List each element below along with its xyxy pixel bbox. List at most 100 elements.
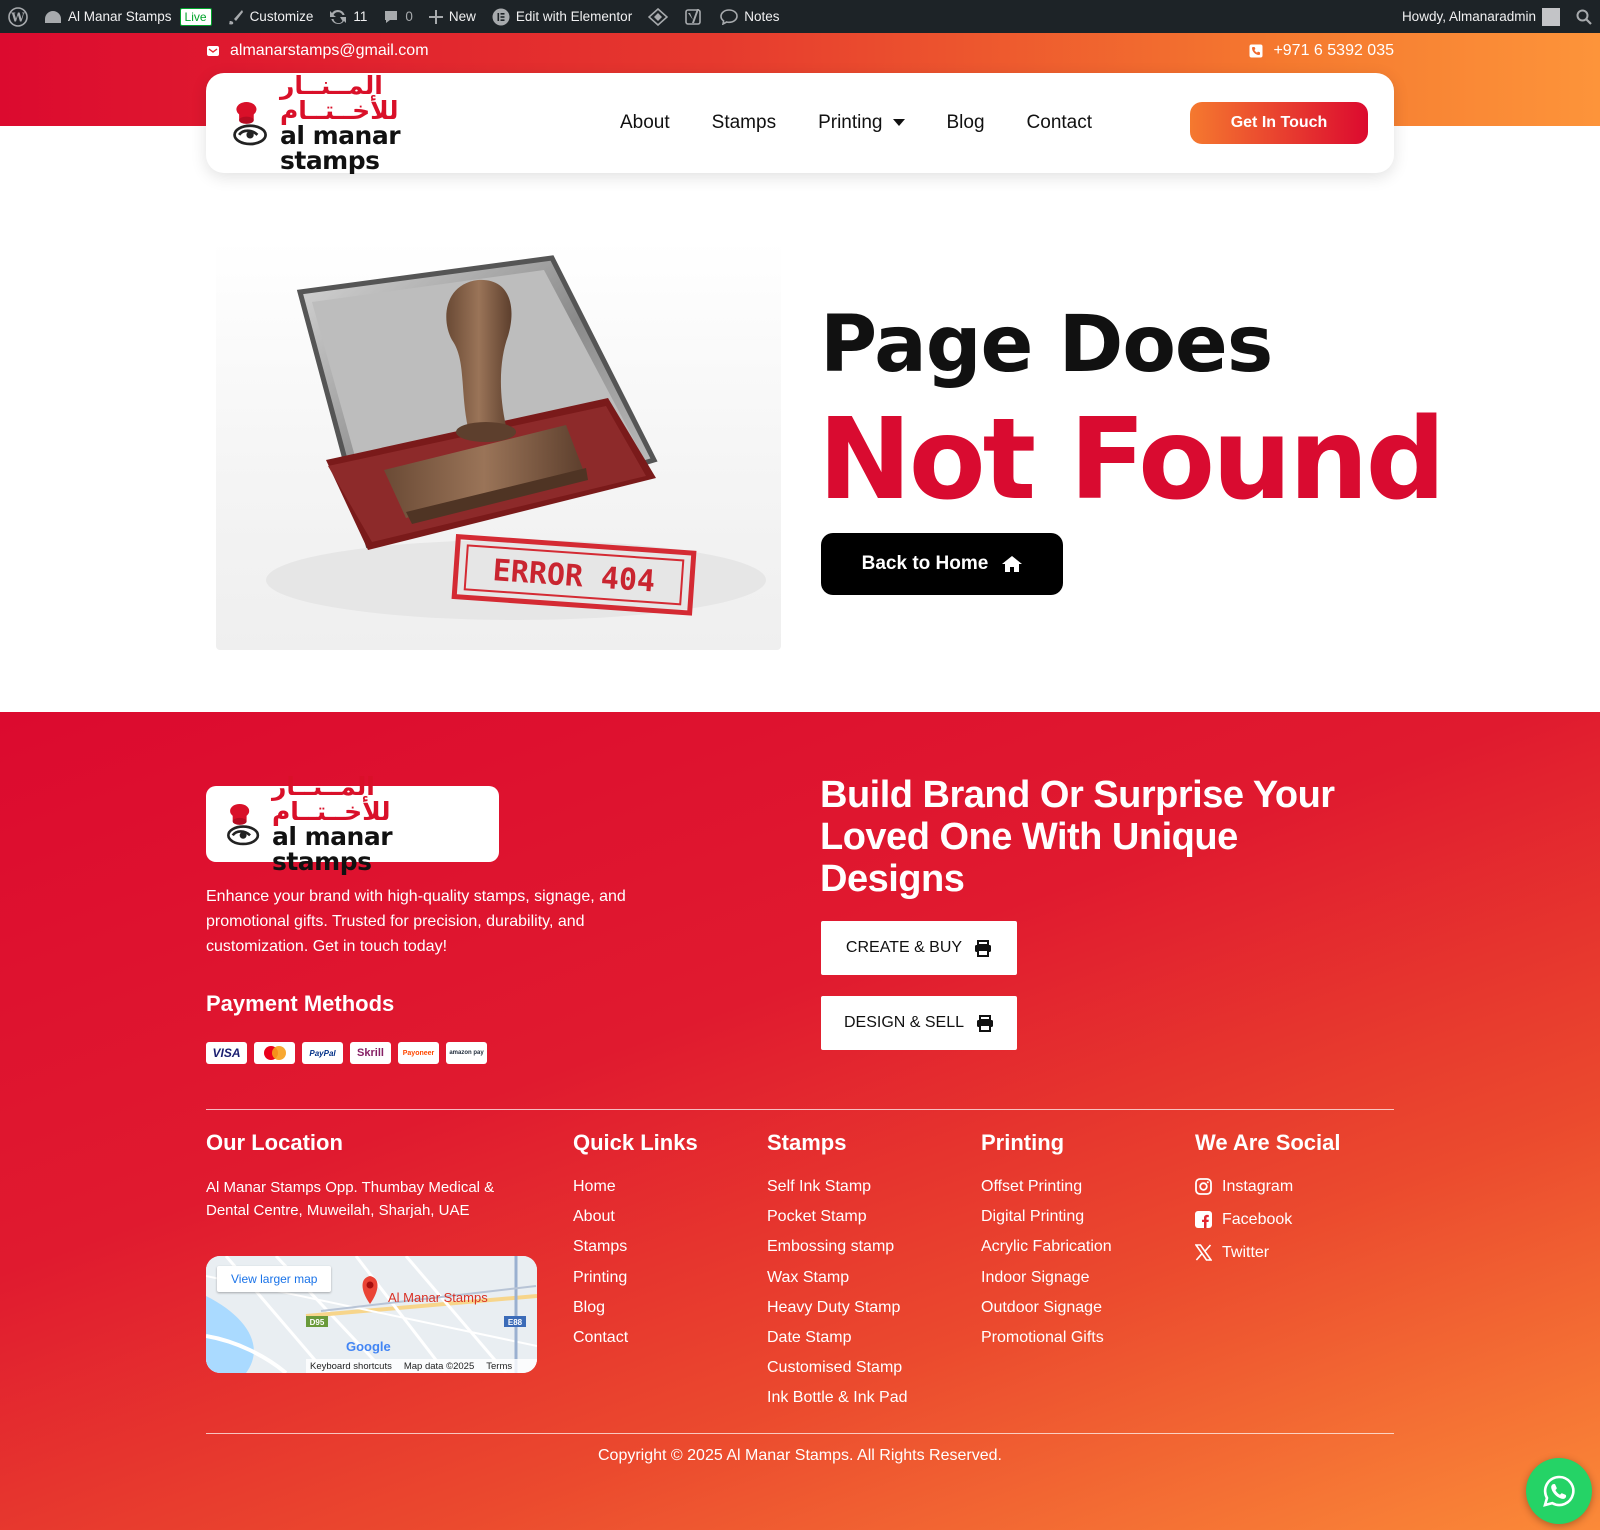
diamond-icon [648, 7, 669, 26]
nav-item-stamps[interactable]: Stamps [712, 112, 776, 134]
amazon-pay-text: amazon pay [449, 1050, 484, 1056]
location-title: Our Location [206, 1130, 343, 1155]
google-logo: Google [346, 1339, 391, 1354]
back-to-home-label: Back to Home [861, 553, 989, 574]
main-nav: About Stamps Printing Blog Contact [620, 112, 1092, 134]
skrill-text: Skrill [357, 1047, 384, 1059]
view-larger-map-link[interactable]: View larger map [217, 1266, 332, 1292]
notes-label: Notes [744, 9, 780, 24]
get-in-touch-button[interactable]: Get In Touch [1190, 102, 1368, 144]
whatsapp-icon [1543, 1475, 1575, 1507]
admin-updates-link[interactable]: 11 [321, 0, 375, 33]
admin-site-name: Al Manar Stamps [68, 9, 172, 24]
social-link-twitter[interactable]: Twitter [1195, 1242, 1293, 1275]
new-label: New [448, 9, 476, 24]
twitter-label: Twitter [1222, 1244, 1270, 1261]
printing-title: Printing [981, 1130, 1065, 1155]
create-and-buy-label: CREATE & BUY [845, 939, 963, 956]
payment-methods-title: Payment Methods [206, 991, 395, 1016]
footer-divider [206, 1109, 1394, 1110]
stamps-link[interactable]: Customised Stamp [767, 1357, 908, 1387]
map-terms-link[interactable]: Terms [486, 1361, 512, 1372]
stamps-link[interactable]: Date Stamp [767, 1327, 908, 1357]
printing-link[interactable]: Acrylic Fabrication [981, 1236, 1112, 1266]
footer-link-printing[interactable]: Printing [573, 1267, 628, 1297]
x-twitter-icon [1195, 1244, 1212, 1261]
map-road-e88: E88 [508, 1318, 523, 1327]
quick-links-list: Home About Stamps Printing Blog Contact [573, 1176, 628, 1357]
map-place-label: Al Manar Stamps [388, 1290, 488, 1305]
footer-link-home[interactable]: Home [573, 1176, 628, 1206]
instagram-icon [1195, 1178, 1212, 1195]
contact-bar: almanarstamps@gmail.com +971 6 5392 035 [206, 33, 1394, 69]
wp-admin-bar: W Al Manar Stamps Live Customize 11 0 Ne… [0, 0, 1600, 33]
email-text: almanarstamps@gmail.com [230, 42, 429, 59]
nav-item-contact[interactable]: Contact [1027, 112, 1092, 134]
printing-link[interactable]: Offset Printing [981, 1176, 1112, 1206]
stamps-link[interactable]: Self Ink Stamp [767, 1176, 908, 1206]
nav-label: Contact [1026, 112, 1093, 133]
printing-link[interactable]: Outdoor Signage [981, 1297, 1112, 1327]
social-title: We Are Social [1195, 1130, 1341, 1155]
footer-link-contact[interactable]: Contact [573, 1327, 628, 1357]
stamps-link[interactable]: Pocket Stamp [767, 1206, 908, 1236]
printing-link[interactable]: Digital Printing [981, 1206, 1112, 1236]
caret-down-icon [892, 119, 905, 126]
printing-link[interactable]: Promotional Gifts [981, 1327, 1112, 1357]
yoast-icon [685, 8, 702, 25]
phone-link[interactable]: +971 6 5392 035 [1249, 42, 1394, 60]
admin-comments-link[interactable]: 0 [375, 0, 421, 33]
brush-icon [228, 9, 243, 24]
admin-new-link[interactable]: New [421, 0, 484, 33]
admin-search[interactable] [1568, 0, 1600, 33]
admin-account-link[interactable]: Howdy, Almanaradmin [1394, 0, 1568, 33]
stamps-link[interactable]: Wax Stamp [767, 1267, 908, 1297]
design-and-sell-button[interactable]: DESIGN & SELL [821, 996, 1017, 1050]
location-address: Al Manar Stamps Opp. Thumbay Medical & D… [206, 1179, 495, 1219]
elementor-label: Edit with Elementor [515, 9, 633, 24]
create-and-buy-button[interactable]: CREATE & BUY [821, 921, 1017, 975]
footer-logo[interactable]: المــنــار للأخــتــام al manar stamps [206, 774, 499, 874]
comments-count: 0 [405, 9, 413, 24]
admin-diamond-link[interactable] [640, 0, 676, 33]
social-list: Instagram Facebook Twitter [1195, 1176, 1293, 1275]
email-link[interactable]: almanarstamps@gmail.com [206, 42, 429, 60]
back-to-home-button[interactable]: Back to Home [821, 533, 1063, 595]
printing-link[interactable]: Indoor Signage [981, 1267, 1112, 1297]
admin-site-link[interactable]: Al Manar Stamps Live [36, 0, 220, 33]
admin-yoast-link[interactable] [676, 0, 712, 33]
site-logo[interactable]: المــنــار للأخــتــام al manar stamps [230, 73, 490, 173]
social-link-instagram[interactable]: Instagram [1195, 1176, 1293, 1209]
footer-link-blog[interactable]: Blog [573, 1297, 628, 1327]
error-title-line2: Not Found [818, 395, 1446, 525]
error-title-line1: Page Does [820, 300, 1273, 390]
map-shortcuts-link[interactable]: Keyboard shortcuts [310, 1361, 392, 1372]
footer-link-about[interactable]: About [573, 1206, 628, 1236]
dashboard-icon [45, 10, 61, 23]
nav-item-printing[interactable]: Printing [818, 112, 905, 134]
site-footer: المــنــار للأخــتــام al manar stamps E… [0, 712, 1600, 1530]
design-and-sell-label: DESIGN & SELL [843, 1014, 965, 1031]
wordpress-icon[interactable]: W [0, 0, 36, 33]
nav-label: Blog [946, 112, 985, 133]
footer-link-stamps[interactable]: Stamps [573, 1236, 628, 1266]
stamps-link[interactable]: Ink Bottle & Ink Pad [767, 1387, 908, 1417]
stamps-link[interactable]: Heavy Duty Stamp [767, 1297, 908, 1327]
error-404-stamp-image: ERROR 404 [216, 240, 781, 650]
whatsapp-button[interactable] [1526, 1458, 1592, 1524]
stamps-link[interactable]: Embossing stamp [767, 1236, 908, 1266]
svg-text:W: W [10, 10, 25, 24]
payment-methods: VISA PayPal Skrill Payoneer amazon pay [206, 1042, 487, 1064]
visa-text: VISA [212, 1046, 241, 1060]
updates-count: 11 [353, 9, 368, 24]
nav-item-about[interactable]: About [620, 112, 670, 134]
location-map[interactable]: D95 E88 View larger map Al Manar Stamps … [206, 1256, 537, 1373]
admin-customize-link[interactable]: Customize [220, 0, 322, 33]
admin-notes-link[interactable]: Notes [712, 0, 787, 33]
admin-elementor-link[interactable]: Edit with Elementor [484, 0, 640, 33]
paypal-icon: PayPal [302, 1042, 343, 1064]
stamp-logo-icon [227, 804, 260, 846]
comment-icon [385, 10, 398, 23]
nav-item-blog[interactable]: Blog [947, 112, 985, 134]
social-link-facebook[interactable]: Facebook [1195, 1209, 1293, 1242]
